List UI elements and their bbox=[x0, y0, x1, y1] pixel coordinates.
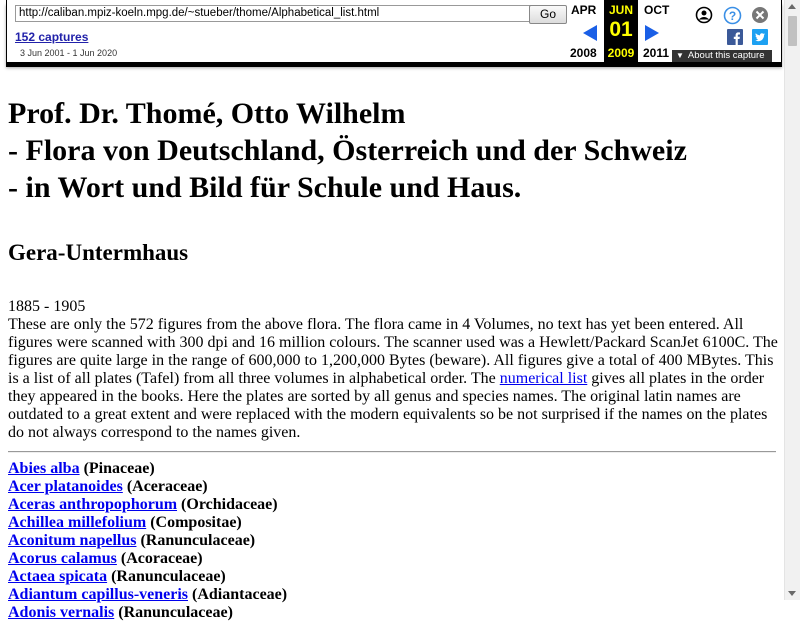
scroll-thumb[interactable] bbox=[788, 16, 797, 46]
intro-text: 1885 - 1905 These are only the 572 figur… bbox=[8, 298, 778, 442]
page-title: Prof. Dr. Thomé, Otto Wilhelm - Flora vo… bbox=[8, 95, 778, 206]
scroll-up-arrow-icon[interactable] bbox=[788, 4, 796, 9]
list-item: Adiantum capillus-veneris (Adiantaceae) bbox=[8, 586, 778, 604]
current-day: 01 bbox=[609, 18, 633, 41]
list-item: Actaea spicata (Ranunculaceae) bbox=[8, 568, 778, 586]
prev-year-link[interactable]: 2008 bbox=[570, 46, 597, 60]
plant-link[interactable]: Actaea spicata bbox=[8, 568, 107, 585]
list-item: Acorus calamus (Acoraceae) bbox=[8, 550, 778, 568]
plant-list: Abies alba (Pinaceae) Acer platanoides (… bbox=[8, 460, 778, 622]
plant-link[interactable]: Aconitum napellus bbox=[8, 532, 136, 549]
prev-capture-arrow-icon[interactable] bbox=[583, 25, 597, 41]
years-text: 1885 - 1905 bbox=[8, 298, 86, 315]
list-item: Aceras anthropophorum (Orchidaceae) bbox=[8, 496, 778, 514]
next-year-link[interactable]: 2011 bbox=[643, 46, 669, 60]
current-month: JUN bbox=[608, 3, 633, 17]
plant-link[interactable]: Aceras anthropophorum bbox=[8, 496, 177, 513]
current-capture-date: JUN 01 2009 bbox=[604, 0, 638, 62]
page-subtitle: Gera-Untermhaus bbox=[8, 240, 189, 265]
divider bbox=[8, 451, 776, 453]
plant-family: (Ranunculaceae) bbox=[118, 604, 233, 621]
plant-family: (Compositae) bbox=[150, 514, 242, 531]
go-button[interactable]: Go bbox=[529, 5, 567, 24]
plant-family: (Pinaceae) bbox=[83, 460, 155, 477]
about-capture-button[interactable]: ▼ About this capture bbox=[672, 50, 772, 62]
url-input[interactable]: http://caliban.mpiz-koeln.mpg.de/~stuebe… bbox=[15, 5, 531, 22]
title-line: - in Wort und Bild für Schule und Haus. bbox=[8, 171, 522, 204]
plant-family: (Ranunculaceae) bbox=[140, 532, 256, 549]
current-year: 2009 bbox=[607, 46, 635, 60]
capture-range: 3 Jun 2001 - 1 Jun 2020 bbox=[20, 48, 118, 58]
help-icon[interactable]: ? bbox=[723, 6, 742, 28]
wayback-toolbar: http://caliban.mpiz-koeln.mpg.de/~stuebe… bbox=[6, 0, 782, 63]
scroll-down-arrow-icon[interactable] bbox=[788, 591, 796, 596]
twitter-icon[interactable] bbox=[752, 29, 768, 48]
plant-family: (Ranunculaceae) bbox=[111, 568, 226, 585]
plant-link[interactable]: Adiantum capillus-veneris bbox=[8, 586, 188, 603]
facebook-icon[interactable] bbox=[727, 29, 743, 48]
user-icon[interactable] bbox=[695, 6, 713, 27]
title-line: - Flora von Deutschland, Österreich und … bbox=[8, 134, 687, 167]
svg-text:?: ? bbox=[729, 9, 736, 23]
list-item: Acer platanoides (Aceraceae) bbox=[8, 478, 778, 496]
page-content: Prof. Dr. Thomé, Otto Wilhelm - Flora vo… bbox=[8, 95, 778, 622]
list-item: Adonis vernalis (Ranunculaceae) bbox=[8, 604, 778, 622]
chevron-down-icon: ▼ bbox=[676, 51, 684, 60]
plant-link[interactable]: Abies alba bbox=[8, 460, 80, 477]
close-icon[interactable] bbox=[751, 6, 769, 27]
plant-link[interactable]: Adonis vernalis bbox=[8, 604, 114, 621]
next-month-link[interactable]: OCT bbox=[644, 3, 669, 17]
about-capture-label: About this capture bbox=[687, 50, 765, 61]
vertical-scrollbar[interactable] bbox=[784, 0, 800, 600]
list-item: Abies alba (Pinaceae) bbox=[8, 460, 778, 478]
plant-family: (Orchidaceae) bbox=[181, 496, 278, 513]
plant-link[interactable]: Achillea millefolium bbox=[8, 514, 146, 531]
list-item: Achillea millefolium (Compositae) bbox=[8, 514, 778, 532]
plant-link[interactable]: Acer platanoides bbox=[8, 478, 123, 495]
captures-link[interactable]: 152 captures bbox=[15, 30, 88, 44]
plant-family: (Acoraceae) bbox=[120, 550, 203, 567]
list-item: Aconitum napellus (Ranunculaceae) bbox=[8, 532, 778, 550]
next-capture-arrow-icon[interactable] bbox=[645, 25, 659, 41]
numerical-list-link[interactable]: numerical list bbox=[500, 370, 588, 387]
plant-link[interactable]: Acorus calamus bbox=[8, 550, 117, 567]
prev-month-link[interactable]: APR bbox=[571, 3, 596, 17]
plant-family: (Aceraceae) bbox=[126, 478, 208, 495]
plant-family: (Adiantaceae) bbox=[192, 586, 288, 603]
title-line: Prof. Dr. Thomé, Otto Wilhelm bbox=[8, 97, 406, 130]
